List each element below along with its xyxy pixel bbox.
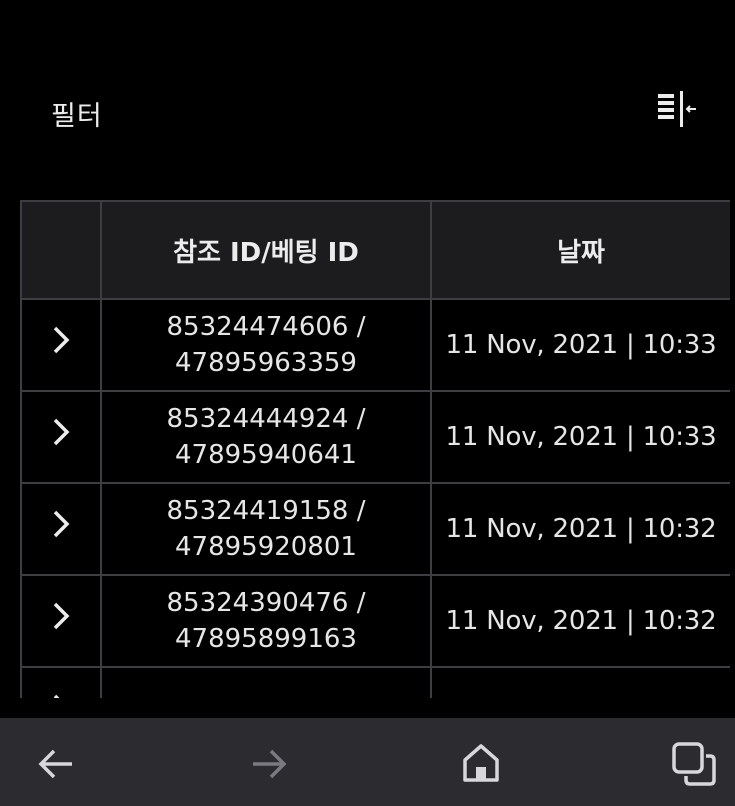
expand-row-button[interactable] (41, 412, 81, 452)
table-header-row: 참조 ID/베팅 ID 날짜 (20, 200, 730, 300)
bet-history-table: 참조 ID/베팅 ID 날짜 85324474606 / 47895963359… (20, 200, 730, 698)
bet-date: 11 Nov, 2021 | 10:32 (445, 606, 717, 636)
ref-id-cell: 85324474606 / 47895963359 (100, 298, 432, 392)
expand-row-button[interactable] (41, 596, 81, 636)
expand-row-button[interactable] (41, 320, 81, 360)
expand-cell (20, 666, 102, 698)
table-row: 85324444924 / 47895940641 11 Nov, 2021 |… (20, 390, 730, 484)
home-button[interactable] (457, 740, 505, 788)
browser-bottom-nav (0, 718, 735, 806)
expand-row-button[interactable] (41, 688, 81, 698)
expand-cell (20, 574, 102, 668)
date-cell (430, 666, 730, 698)
back-arrow-icon (38, 749, 72, 779)
forward-arrow-icon (253, 749, 287, 779)
page: 필터 참조 ID/베팅 ID 날짜 85324474606 / 47895963… (0, 0, 735, 806)
header-expand (20, 200, 102, 300)
chevron-right-icon (53, 326, 70, 354)
chevron-right-icon (53, 694, 60, 698)
bet-id: 47895940641 (175, 440, 357, 470)
ref-id-cell: 85324419158 / 47895920801 (100, 482, 432, 576)
ref-id-cell: 85324363880 / (100, 666, 432, 698)
tabs-button[interactable] (670, 740, 718, 788)
chevron-right-icon (53, 510, 70, 538)
expand-row-button[interactable] (41, 504, 81, 544)
ref-id-cell: 85324390476 / 47895899163 (100, 574, 432, 668)
date-cell: 11 Nov, 2021 | 10:32 (430, 574, 730, 668)
tabs-icon (672, 742, 716, 786)
ref-id: 85324363880 / (102, 695, 430, 698)
ref-id-cell: 85324444924 / 47895940641 (100, 390, 432, 484)
date-cell: 11 Nov, 2021 | 10:33 (430, 390, 730, 484)
bet-history-table-viewport[interactable]: 참조 ID/베팅 ID 날짜 85324474606 / 47895963359… (20, 200, 730, 698)
expand-cell (20, 390, 102, 484)
ref-id: 85324390476 / (166, 588, 366, 618)
bet-id: 47895899163 (175, 624, 357, 654)
bet-date: 11 Nov, 2021 | 10:33 (445, 422, 717, 452)
bet-id: 47895963359 (175, 348, 357, 378)
chevron-right-icon (53, 602, 70, 630)
header-date: 날짜 (430, 200, 730, 300)
expand-cell (20, 298, 102, 392)
table-row: 85324363880 / (20, 666, 730, 698)
date-cell: 11 Nov, 2021 | 10:32 (430, 482, 730, 576)
bet-date: 11 Nov, 2021 | 10:33 (445, 330, 717, 360)
table-row: 85324474606 / 47895963359 11 Nov, 2021 |… (20, 298, 730, 392)
bet-date: 11 Nov, 2021 | 10:32 (445, 514, 717, 544)
back-button[interactable] (32, 740, 80, 788)
ref-id: 85324474606 / (166, 312, 366, 342)
table-row: 85324390476 / 47895899163 11 Nov, 2021 |… (20, 574, 730, 668)
collapse-panel-icon (658, 91, 696, 127)
header-ref-id: 참조 ID/베팅 ID (100, 200, 432, 300)
filter-title: 필터 (51, 101, 103, 132)
filter-header: 필터 (0, 0, 735, 200)
bet-id: 47895920801 (175, 532, 357, 562)
forward-button[interactable] (245, 740, 293, 788)
collapse-filter-button[interactable] (652, 88, 700, 130)
chevron-right-icon (53, 418, 70, 446)
table-row: 85324419158 / 47895920801 11 Nov, 2021 |… (20, 482, 730, 576)
expand-cell (20, 482, 102, 576)
home-icon (463, 744, 499, 782)
ref-id: 85324419158 / (166, 496, 366, 526)
ref-id: 85324444924 / (166, 404, 366, 434)
date-cell: 11 Nov, 2021 | 10:33 (430, 298, 730, 392)
